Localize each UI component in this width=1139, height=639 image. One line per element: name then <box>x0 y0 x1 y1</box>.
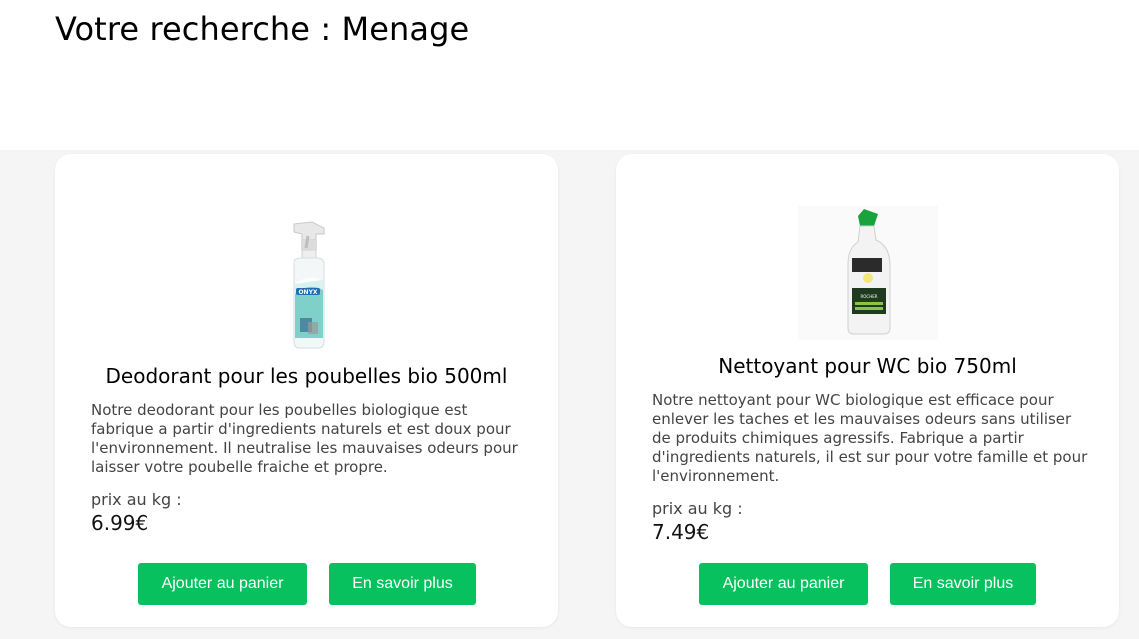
product-title: Deodorant pour les poubelles bio 500ml <box>105 364 508 388</box>
price-value: 7.49€ <box>652 520 710 544</box>
price-label: prix au kg : <box>652 499 743 518</box>
bottle-brand-text: ONYX <box>298 289 317 296</box>
product-image-wc-bottle: ROCHER <box>797 206 938 340</box>
product-description: Notre deodorant pour les poubelles biolo… <box>91 401 518 476</box>
search-results-page: Votre recherche : Menage ONYX Deodorant … <box>0 0 1139 639</box>
bottle-brand-text: ROCHER <box>860 294 877 299</box>
product-image-spray-bottle: ONYX <box>293 221 324 349</box>
add-to-cart-button[interactable]: Ajouter au panier <box>138 563 307 605</box>
product-description: Notre nettoyant pour WC biologique est e… <box>652 391 1088 485</box>
learn-more-button[interactable]: En savoir plus <box>890 563 1036 605</box>
product-card: ROCHER Nettoyant pour WC bio 750ml Notre… <box>616 154 1119 627</box>
price-label: prix au kg : <box>91 490 182 509</box>
product-title: Nettoyant pour WC bio 750ml <box>718 354 1017 378</box>
learn-more-button[interactable]: En savoir plus <box>329 563 476 605</box>
price-value: 6.99€ <box>91 511 149 535</box>
add-to-cart-button[interactable]: Ajouter au panier <box>699 563 868 605</box>
product-card: ONYX Deodorant pour les poubelles bio 50… <box>55 154 558 627</box>
page-title: Votre recherche : Menage <box>55 10 470 48</box>
